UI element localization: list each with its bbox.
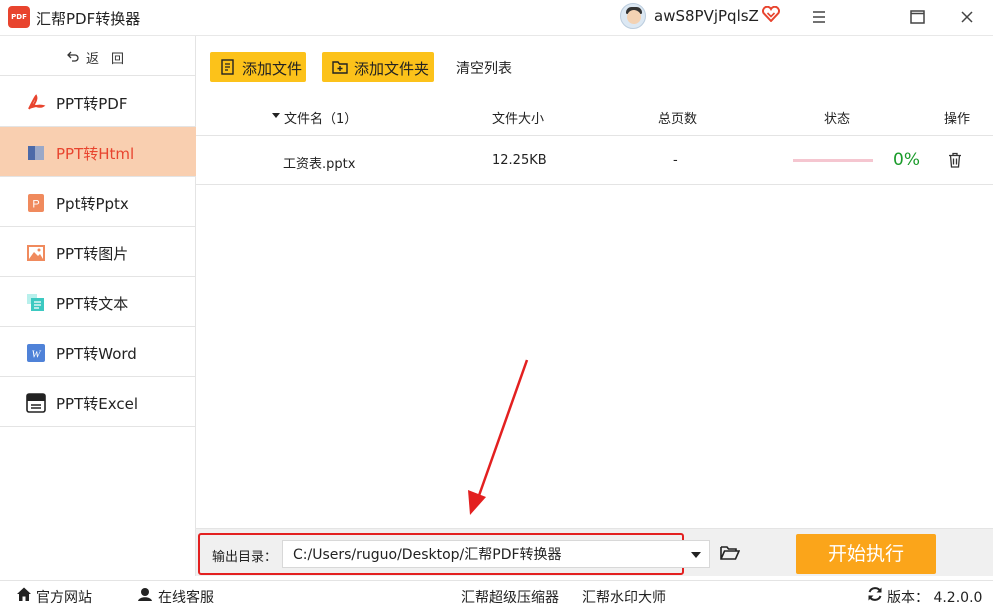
add-file-button[interactable]: 添加文件 <box>210 52 306 82</box>
menu-icon[interactable] <box>804 4 834 30</box>
toolbar: 添加文件 添加文件夹 清空列表 <box>196 36 993 94</box>
footer: 官方网站 在线客服 汇帮超级压缩器 汇帮水印大师 版本： 4.2.0.0 <box>0 580 993 609</box>
sidebar-item-label: PPT转Excel <box>56 395 138 413</box>
folder-open-icon[interactable] <box>720 545 740 561</box>
column-status: 状态 <box>824 112 851 127</box>
version-label: 版本： 4.2.0.0 <box>887 590 983 606</box>
add-folder-icon <box>332 61 348 74</box>
sidebar-item-label: PPT转文本 <box>56 295 129 313</box>
vip-heart-icon[interactable] <box>762 6 780 22</box>
svg-text:W: W <box>31 349 41 361</box>
sidebar-item-ppt-image[interactable]: PPT转图片 <box>0 227 196 277</box>
back-button[interactable]: 返回 <box>0 36 196 76</box>
compressor-link[interactable]: 汇帮超级压缩器 <box>461 587 559 607</box>
sidebar-item-label: PPT转Html <box>56 145 135 163</box>
sidebar-item-ppt-word[interactable]: W PPT转Word <box>0 327 196 377</box>
file-table-header: 文件名（1） 文件大小 总页数 状态 操作 <box>196 94 993 136</box>
sidebar-item-ppt-excel[interactable]: PPT转Excel <box>0 377 196 427</box>
sidebar-item-label: PPT转图片 <box>56 245 129 263</box>
pdf-icon <box>28 94 46 110</box>
sidebar-item-label: Ppt转Pptx <box>56 195 129 213</box>
sidebar-item-label: PPT转Word <box>56 345 137 363</box>
column-pages: 总页数 <box>658 112 698 127</box>
sidebar-item-ppt-text[interactable]: PPT转文本 <box>0 277 196 327</box>
add-folder-label: 添加文件夹 <box>354 60 430 78</box>
sidebar-item-label: PPT转PDF <box>56 95 128 113</box>
sort-desc-icon[interactable] <box>272 113 280 118</box>
title-bar: PDF 汇帮PDF转换器 awS8PVjPqlsZ <box>0 0 993 36</box>
support-link[interactable]: 在线客服 <box>158 587 214 607</box>
add-file-label: 添加文件 <box>242 60 303 78</box>
trash-icon[interactable] <box>948 152 962 168</box>
app-title: 汇帮PDF转换器 <box>36 10 141 28</box>
excel-icon <box>26 393 46 413</box>
output-bar: 输出目录： 开始执行 <box>196 528 993 576</box>
close-icon[interactable] <box>952 4 982 30</box>
sidebar-item-ppt-pdf[interactable]: PPT转PDF <box>0 77 196 127</box>
output-path-dropdown[interactable] <box>682 540 710 568</box>
clear-list-button[interactable]: 清空列表 <box>456 58 512 78</box>
start-button[interactable]: 开始执行 <box>796 534 936 574</box>
sidebar-item-ppt-pptx[interactable]: P Ppt转Pptx <box>0 177 196 227</box>
sidebar-item-ppt-html[interactable]: PPT转Html <box>0 127 196 177</box>
website-link[interactable]: 官方网站 <box>36 587 92 607</box>
html-icon <box>28 146 44 160</box>
column-size: 文件大小 <box>492 112 545 127</box>
word-icon: W <box>27 344 45 362</box>
app-logo: PDF <box>8 6 30 28</box>
svg-text:P: P <box>32 199 39 211</box>
pptx-icon: P <box>28 194 44 212</box>
username[interactable]: awS8PVjPqlsZ <box>654 7 759 25</box>
sidebar: 返回 PPT转PDF PPT转Html P Ppt转Pptx PPT转图片 PP… <box>0 36 196 576</box>
back-arrow-icon <box>67 51 79 62</box>
maximize-icon[interactable] <box>902 4 932 30</box>
home-icon <box>17 587 31 601</box>
add-file-icon <box>221 59 234 75</box>
back-label: 返回 <box>86 52 137 67</box>
progress-percent: 0% <box>893 150 920 170</box>
output-label: 输出目录： <box>212 550 278 565</box>
progress-bar <box>793 159 873 162</box>
file-size: 12.25KB <box>492 153 547 168</box>
file-name: 工资表.pptx <box>283 157 356 172</box>
refresh-icon[interactable] <box>867 586 883 602</box>
image-icon <box>27 245 45 261</box>
support-icon <box>138 588 152 601</box>
column-filename[interactable]: 文件名（1） <box>284 108 357 127</box>
output-path-input[interactable] <box>282 540 710 568</box>
table-row[interactable]: 工资表.pptx 12.25KB - 0% <box>196 137 993 185</box>
column-action: 操作 <box>944 112 971 127</box>
text-icon <box>27 294 44 311</box>
file-pages: - <box>673 153 678 168</box>
add-folder-button[interactable]: 添加文件夹 <box>322 52 434 82</box>
avatar[interactable] <box>620 3 646 29</box>
watermark-link[interactable]: 汇帮水印大师 <box>582 587 666 607</box>
